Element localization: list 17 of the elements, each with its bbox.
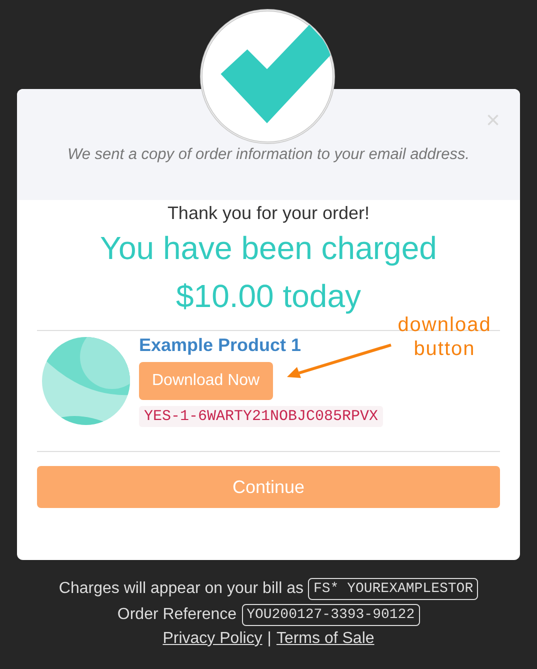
annotation-text: download button xyxy=(396,313,492,361)
product-name: Example Product 1 xyxy=(139,335,302,356)
charged-amount: $10.00 today xyxy=(176,277,362,316)
continue-button[interactable]: Continue xyxy=(37,466,500,508)
order-reference-label: Order Reference xyxy=(117,606,237,624)
link-separator: | xyxy=(267,630,272,648)
footer-link[interactable]: Terms of Sale xyxy=(276,630,374,648)
thank-you-text: Thank you for your order! xyxy=(166,203,371,224)
order-reference-code: YOU200127-3393-90122 xyxy=(242,604,420,626)
close-button[interactable]: × xyxy=(486,109,500,133)
charged-text: You have been charged xyxy=(100,229,437,268)
download-button[interactable]: Download Now xyxy=(139,362,273,400)
bill-descriptor: FS* YOUREXAMPLESTOR xyxy=(308,578,478,600)
email-notice: We sent a copy of order information to your email address. xyxy=(67,146,470,164)
bill-label: Charges will appear on your bill as xyxy=(58,580,304,598)
license-key: YES-1-6WARTY21NOBJC085RPVX xyxy=(139,406,384,427)
footer-link[interactable]: Privacy Policy xyxy=(162,630,262,648)
